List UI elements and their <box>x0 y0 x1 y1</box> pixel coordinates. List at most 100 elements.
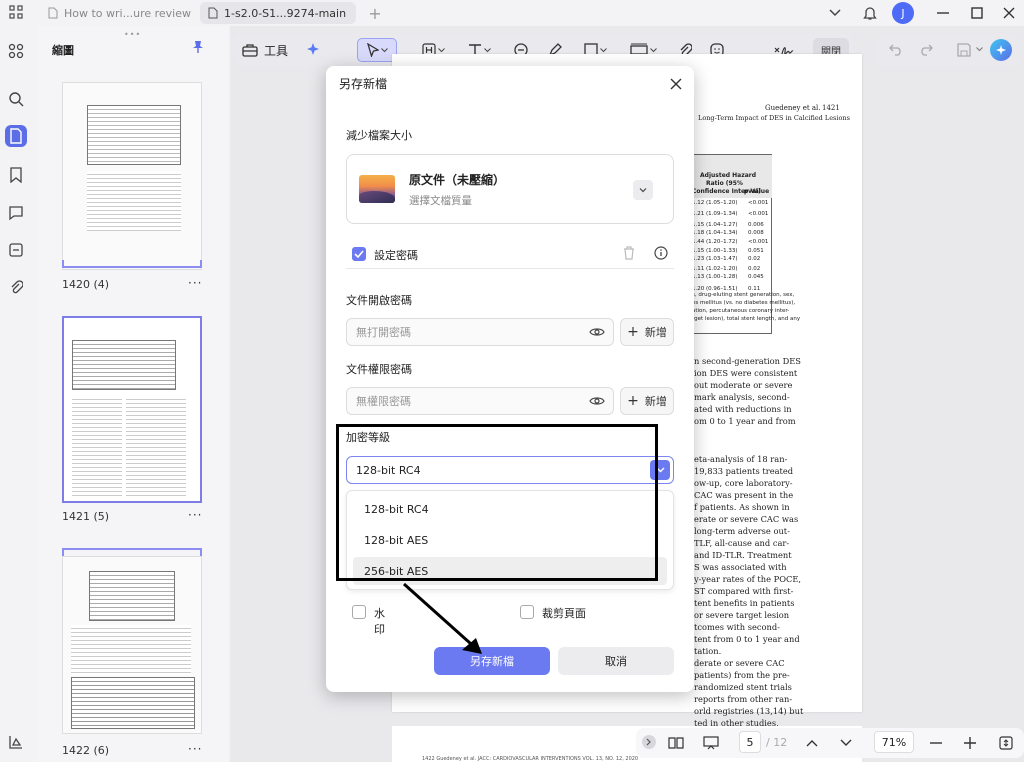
comment-icon[interactable] <box>5 202 27 224</box>
table-cell-ci: 1.23 (1.03–1.47) <box>692 256 738 262</box>
set-password-checkbox[interactable] <box>352 247 366 261</box>
table-row: 1.44 (1.20–1.72) <0.001 <box>692 239 768 247</box>
reading-mode-icon[interactable] <box>666 733 686 753</box>
close-icon[interactable] <box>666 74 686 94</box>
trash-icon[interactable] <box>620 244 638 262</box>
select-tool-button[interactable] <box>357 38 397 62</box>
ai-assistant-icon[interactable] <box>990 39 1012 61</box>
body-line: out moderate or severe <box>694 380 793 390</box>
chevron-down-icon[interactable] <box>836 733 856 753</box>
add-label: 新增 <box>644 326 667 339</box>
bookmark-icon[interactable] <box>5 164 27 186</box>
drag-handle-icon[interactable]: ••• <box>124 30 141 39</box>
new-tab-icon[interactable]: + <box>366 4 384 23</box>
table-cell-ci: 1.21 (1.09–1.34) <box>692 211 738 217</box>
zoom-level[interactable]: 71% <box>874 731 914 753</box>
ai-sparkle-icon[interactable] <box>301 38 325 62</box>
table-cell-ci: 1.44 (1.20–1.72) <box>692 239 738 245</box>
eye-icon[interactable] <box>589 395 605 407</box>
pin-icon[interactable] <box>190 39 206 55</box>
cancel-button[interactable]: 取消 <box>558 647 674 675</box>
quality-selector-card[interactable]: 原文件（未壓縮） 選擇文檔質量 <box>346 154 674 224</box>
zoom-in-icon[interactable] <box>960 733 980 753</box>
more-icon[interactable]: ··· <box>188 508 202 522</box>
thumb-text <box>71 625 191 675</box>
tab-main-document[interactable]: 1-s2.0-S1...9274-main <box>200 2 356 24</box>
more-icon[interactable]: ··· <box>188 276 202 290</box>
body-line: mark analysis, second- <box>694 392 790 402</box>
presentation-icon[interactable] <box>700 733 722 753</box>
body-line: 19,833 patients treated <box>694 466 794 476</box>
document-icon <box>208 7 218 19</box>
thumb-text <box>126 396 186 496</box>
thumb-selection-edge <box>62 260 202 268</box>
save-icon[interactable] <box>954 40 974 60</box>
body-line: reports from other ran- <box>694 694 793 704</box>
table-row: 1.15 (1.04–1.27) 0.006 <box>692 222 764 230</box>
divider <box>346 268 674 269</box>
thumbnail-panel: ••• 縮圖 1420 (4) ··· 1421 (5) ··· 1422 (6… <box>38 26 228 762</box>
tab-literature-review[interactable]: How to wri...ure review <box>40 2 219 24</box>
set-password-row: 設定密碼 <box>352 244 674 264</box>
body-line: erate or severe CAC was <box>694 514 799 524</box>
thumb-text <box>72 396 122 496</box>
page-number-input[interactable]: 5 <box>739 731 761 753</box>
watermark-label: 水印 <box>374 607 385 636</box>
chevron-down-icon[interactable] <box>633 180 653 200</box>
page-thumbnail-selected[interactable] <box>62 316 202 503</box>
body-line: ST compared with first- <box>694 586 794 596</box>
fit-page-icon[interactable] <box>996 733 1016 753</box>
permission-password-label: 文件權限密碼 <box>346 363 412 376</box>
avatar[interactable]: J <box>892 2 914 24</box>
table-row: 1.12 (1.05–1.20) <0.001 <box>692 200 768 208</box>
table-header: Ratio (95% <box>706 180 743 187</box>
crop-checkbox[interactable] <box>520 605 534 619</box>
minimize-icon[interactable] <box>934 4 952 22</box>
redo-icon[interactable] <box>916 40 936 60</box>
open-password-field[interactable]: 無打開密碼 <box>346 318 614 346</box>
page-thumbnail[interactable] <box>62 556 202 734</box>
table-cell-p: <0.001 <box>748 211 769 217</box>
collapse-icon[interactable] <box>642 735 656 749</box>
watermark-checkbox[interactable] <box>352 605 366 619</box>
body-line: or severe target lesion <box>694 610 790 620</box>
page-footer: 1422 Guedeney et al. JACC: CARDIOVASCULA… <box>422 756 639 762</box>
page-thumbnail[interactable] <box>62 82 202 270</box>
search-icon[interactable] <box>5 88 27 110</box>
close-window-icon[interactable] <box>1000 4 1018 22</box>
body-line: ion DES were consistent <box>694 368 798 378</box>
permission-password-field[interactable]: 無權限密碼 <box>346 387 614 415</box>
table-cell-p: 0.008 <box>748 230 764 236</box>
thumbnail-label: 1420 (4) <box>62 278 110 291</box>
layers-icon[interactable] <box>5 731 27 753</box>
plus-icon: + <box>627 324 639 340</box>
add-permission-password-button[interactable]: + 新增 <box>620 387 674 415</box>
add-open-password-button[interactable]: + 新增 <box>620 318 674 346</box>
left-rail <box>0 26 34 762</box>
thumb-table <box>72 340 176 390</box>
toolbox-icon <box>242 44 258 57</box>
info-icon[interactable] <box>652 244 670 262</box>
table-note: ation, percutaneous coronary inter- <box>692 308 790 314</box>
ocr-icon[interactable] <box>5 239 27 261</box>
maximize-icon[interactable] <box>968 4 986 22</box>
grid-menu-icon[interactable] <box>8 4 24 20</box>
tools-button[interactable]: 工具 <box>241 38 289 62</box>
more-icon[interactable]: ··· <box>188 742 202 756</box>
zoom-out-icon[interactable] <box>926 733 946 753</box>
original-title: 原文件（未壓縮） <box>409 173 506 187</box>
apps-icon[interactable] <box>5 40 27 62</box>
chevron-down-icon[interactable] <box>826 4 844 22</box>
body-line: eta-analysis of 18 ran- <box>694 454 788 464</box>
bell-icon[interactable] <box>860 3 880 23</box>
undo-icon[interactable] <box>886 40 906 60</box>
highlight-box <box>336 424 658 581</box>
eye-icon[interactable] <box>589 326 605 338</box>
chevron-down-icon[interactable] <box>974 44 984 54</box>
body-line: om 0 to 1 year and from <box>694 416 796 426</box>
chevron-up-icon[interactable] <box>802 733 822 753</box>
save-as-dialog: 另存新檔 減少檔案大小 原文件（未壓縮） 選擇文檔質量 設定密碼 文件開啟密碼 … <box>326 66 694 692</box>
thumbnails-icon[interactable] <box>5 125 27 147</box>
attachment-icon[interactable] <box>5 276 27 298</box>
chevron-down-icon <box>649 47 657 52</box>
